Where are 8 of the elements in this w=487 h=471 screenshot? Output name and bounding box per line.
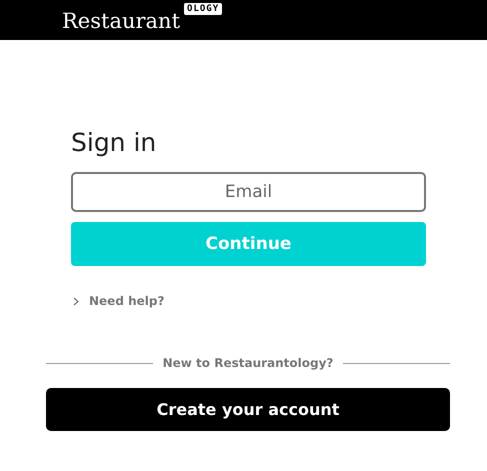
divider-text: New to Restaurantology?	[162, 356, 334, 370]
create-account-button[interactable]: Create your account	[46, 388, 450, 431]
sign-in-title: Sign in	[71, 128, 158, 159]
logo-badge: OLOGY	[184, 3, 222, 15]
chevron-icon	[73, 296, 79, 306]
logo-text: Restaurant	[62, 9, 180, 33]
need-help-link[interactable]: Need help?	[89, 294, 164, 308]
email-field[interactable]: Email	[71, 172, 426, 212]
